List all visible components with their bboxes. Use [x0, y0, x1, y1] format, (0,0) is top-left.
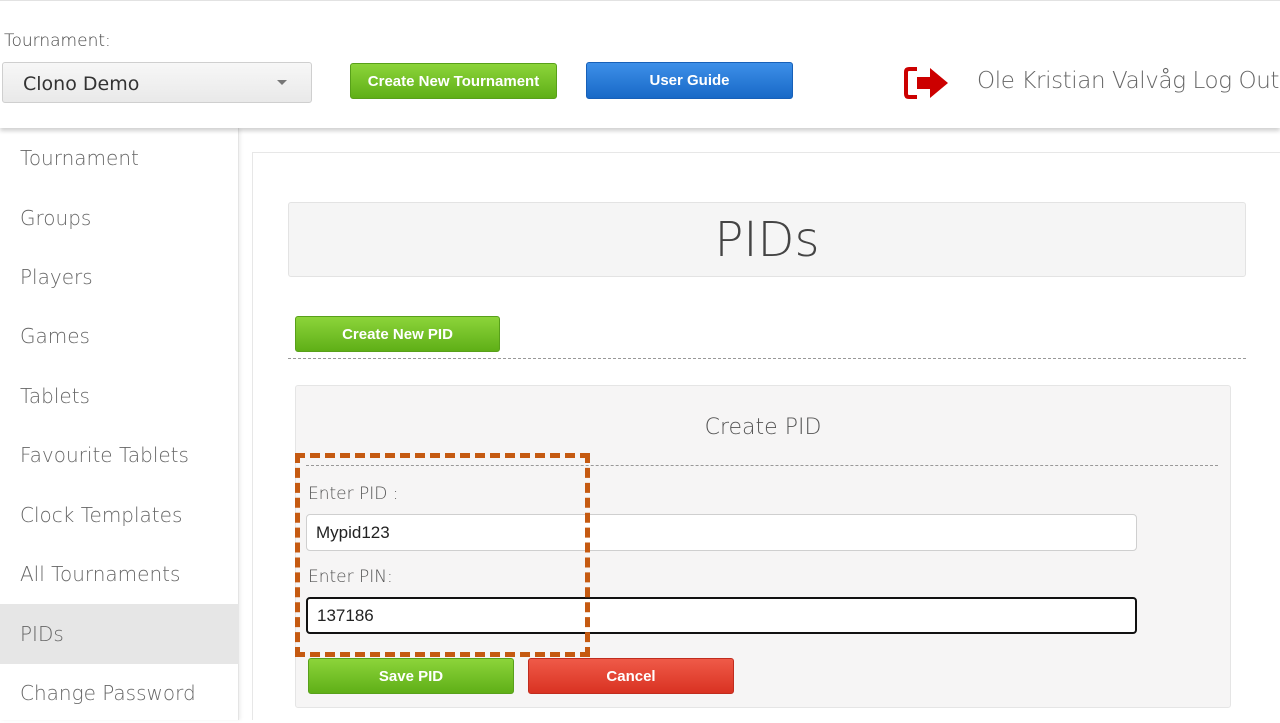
form-divider — [306, 465, 1218, 466]
chevron-down-icon — [277, 80, 287, 85]
sidebar-item-change-password[interactable]: Change Password — [0, 663, 239, 723]
sidebar-item-tournament[interactable]: Tournament — [0, 128, 239, 188]
page-title: PIDs — [714, 211, 820, 268]
section-divider — [288, 358, 1246, 359]
tournament-select[interactable]: Clono Demo — [2, 62, 312, 103]
save-pid-button[interactable]: Save PID — [308, 658, 514, 694]
pin-label: Enter PIN: — [308, 567, 393, 587]
create-new-pid-button[interactable]: Create New PID — [295, 316, 500, 352]
user-logout-link[interactable]: Ole Kristian Valvåg Log Out — [977, 68, 1279, 94]
pid-input[interactable] — [306, 514, 1137, 551]
user-guide-button[interactable]: User Guide — [586, 62, 793, 99]
sidebar-item-tablets[interactable]: Tablets — [0, 366, 239, 426]
page-title-panel: PIDs — [288, 202, 1246, 277]
sidebar-item-favourite-tablets[interactable]: Favourite Tablets — [0, 425, 239, 485]
sidebar-item-pids[interactable]: PIDs — [0, 604, 239, 664]
sidebar-item-players[interactable]: Players — [0, 247, 239, 307]
pin-input[interactable] — [306, 597, 1137, 634]
logout-arrow-icon[interactable] — [903, 63, 951, 103]
sidebar: Tournament Groups Players Games Tablets … — [0, 128, 239, 720]
tournament-select-value: Clono Demo — [23, 73, 140, 95]
pid-label: Enter PID : — [308, 484, 399, 504]
create-new-tournament-button[interactable]: Create New Tournament — [350, 63, 557, 99]
tournament-label: Tournament: — [4, 31, 111, 51]
sidebar-item-all-tournaments[interactable]: All Tournaments — [0, 544, 239, 604]
form-title: Create PID — [704, 415, 822, 440]
cancel-button[interactable]: Cancel — [528, 658, 734, 694]
sidebar-item-groups[interactable]: Groups — [0, 188, 239, 248]
top-bar: Tournament: Clono Demo Create New Tourna… — [0, 0, 1280, 128]
sidebar-item-games[interactable]: Games — [0, 306, 239, 366]
sidebar-item-clock-templates[interactable]: Clock Templates — [0, 485, 239, 545]
